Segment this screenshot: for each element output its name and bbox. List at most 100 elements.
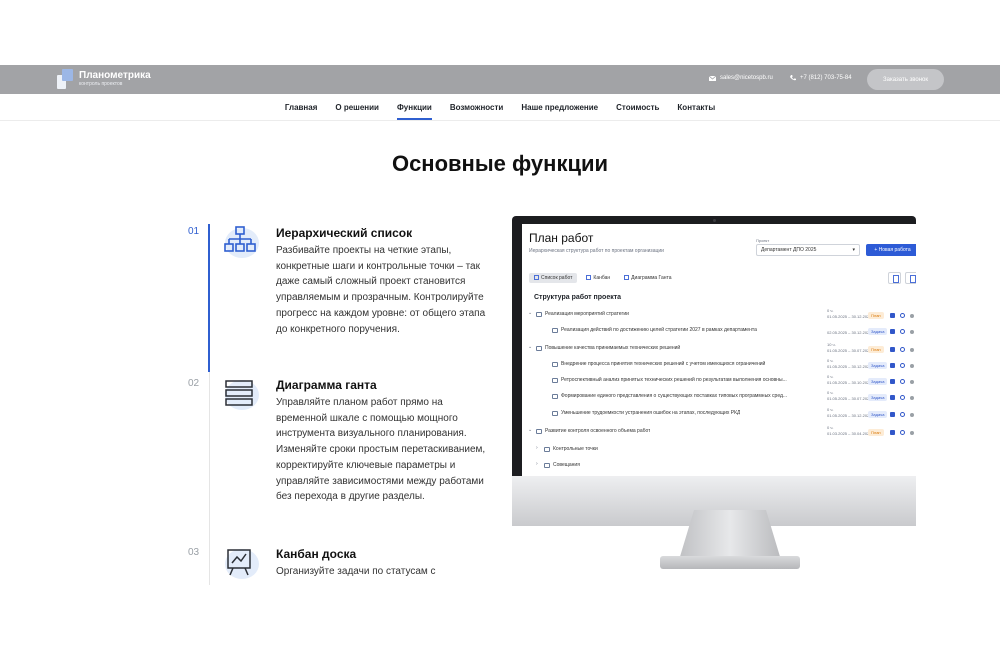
edit-icon[interactable]: [890, 363, 895, 368]
app-screen: План работ Иерархическая структура работ…: [522, 224, 916, 476]
project-label: Проект: [756, 238, 770, 243]
nav-item-about[interactable]: О решении: [335, 94, 379, 121]
more-icon[interactable]: [910, 314, 914, 318]
chevron-icon[interactable]: ›: [536, 461, 538, 467]
row-title: Уменьшение трудоемкости устранения ошибо…: [561, 410, 741, 416]
document-icon[interactable]: [905, 272, 916, 284]
email-link[interactable]: sales@nicetospb.ru: [709, 75, 773, 81]
nav-item-pricing[interactable]: Стоимость: [616, 94, 659, 121]
hierarchy-icon: [219, 220, 261, 262]
info-icon[interactable]: [900, 363, 905, 368]
info-icon[interactable]: [900, 412, 905, 417]
project-select[interactable]: Департамент ДПО 2025 ▾: [756, 244, 860, 256]
tab-list[interactable]: Список работ: [529, 273, 578, 283]
table-row[interactable]: ⌄ Реализация мероприятий стратегии 0 ч. 01.…: [522, 308, 916, 324]
row-dates: 01.05.2025 – 30.07.2025: [827, 348, 872, 353]
table-row[interactable]: Реализация действий по достижению целей …: [522, 324, 916, 340]
order-call-button[interactable]: Заказать звонок: [867, 69, 944, 90]
feature-text: Разбивайте проекты на четкие этапы, конк…: [276, 245, 486, 335]
monitor-foot: [660, 556, 800, 569]
row-title: Реализация действий по достижению целей …: [561, 327, 757, 333]
edit-icon[interactable]: [890, 412, 895, 417]
edit-icon[interactable]: [890, 395, 895, 400]
row-dates: 01.05.2025 – 30.12.2025: [827, 364, 872, 369]
row-hours: 0 ч.: [827, 374, 834, 379]
task-icon: [552, 394, 558, 399]
folder-icon: [536, 429, 542, 434]
edit-icon[interactable]: [890, 329, 895, 334]
feature-number: 03: [188, 547, 200, 558]
feature-text: Организуйте задачи по статусам с: [276, 566, 436, 577]
nav-item-offer[interactable]: Наше предложение: [521, 94, 598, 121]
row-meta: 02.05.2025 – 30.12.2025: [827, 324, 872, 336]
tab-gantt[interactable]: Диаграмма Ганта: [619, 273, 676, 283]
table-row[interactable]: › Контрольные точки: [522, 443, 916, 459]
tab-kanban[interactable]: Канбан: [581, 273, 615, 283]
section-title: Основные функции: [391, 151, 609, 176]
logo-icon: [57, 69, 75, 89]
info-icon[interactable]: [900, 430, 905, 435]
info-icon[interactable]: [900, 313, 905, 318]
edit-icon[interactable]: [890, 430, 895, 435]
more-icon[interactable]: [910, 364, 914, 368]
task-icon: [552, 411, 558, 416]
logo[interactable]: Планометрика контроль проектов: [57, 69, 151, 89]
new-work-button[interactable]: + Новая работа: [866, 244, 916, 256]
row-title: Формирование единого представления о сущ…: [561, 393, 788, 399]
tab-label: Канбан: [593, 275, 611, 281]
status-badge: Задача: [868, 394, 888, 401]
more-icon[interactable]: [910, 396, 914, 400]
page: Планометрика контроль проектов sales@nic…: [0, 0, 1000, 650]
info-icon[interactable]: [900, 329, 905, 334]
more-icon[interactable]: [910, 380, 914, 384]
edit-icon[interactable]: [890, 379, 895, 384]
logo-name: Планометрика: [79, 70, 151, 81]
row-dates: 01.05.2025 – 30.12.2025: [827, 413, 872, 418]
table-row[interactable]: Внедрение процесса принятия технических …: [522, 358, 916, 374]
edit-icon[interactable]: [890, 313, 895, 318]
chevron-icon[interactable]: ›: [536, 445, 538, 451]
chevron-icon[interactable]: ⌄: [528, 427, 532, 433]
logo-subtitle: контроль проектов: [79, 81, 123, 87]
status-badge: Задача: [868, 411, 888, 418]
row-meta: 0 ч. 01.05.2025 – 30.07.2025: [827, 390, 872, 402]
info-icon[interactable]: [900, 395, 905, 400]
chevron-icon[interactable]: ⌄: [528, 344, 532, 350]
row-dates: 01.05.2025 – 30.07.2025: [827, 396, 872, 401]
more-icon[interactable]: [910, 348, 914, 352]
more-icon[interactable]: [910, 431, 914, 435]
more-icon[interactable]: [910, 413, 914, 417]
nav-item-home[interactable]: Главная: [285, 94, 318, 121]
table-row[interactable]: Ретроспективный анализ принятых техничес…: [522, 374, 916, 390]
info-icon[interactable]: [900, 347, 905, 352]
chevron-icon[interactable]: ⌄: [528, 310, 532, 316]
row-meta: 0 ч. 01.03.2025 – 30.04.2025: [827, 425, 872, 437]
nav-item-features[interactable]: Возможности: [450, 94, 504, 121]
nav-item-contacts[interactable]: Контакты: [677, 94, 715, 121]
row-meta: 10 ч. 01.05.2025 – 30.07.2025: [827, 342, 872, 354]
nav-item-functions[interactable]: Функции: [396, 94, 432, 121]
top-bar: Планометрика контроль проектов sales@nic…: [0, 65, 1000, 94]
feature-text: Управляйте планом работ прямо на временн…: [276, 397, 486, 503]
table-row[interactable]: ⌄ Развитие контроля освоенного объема раб…: [522, 425, 916, 441]
info-icon[interactable]: [900, 379, 905, 384]
export-icon[interactable]: [888, 272, 901, 284]
table-row[interactable]: › Совещания: [522, 459, 916, 475]
monitor-bezel: План работ Иерархическая структура работ…: [512, 216, 916, 476]
edit-icon[interactable]: [890, 347, 895, 352]
chevron-down-icon: ▾: [852, 247, 855, 253]
phone-link[interactable]: +7 (812) 703-75-84: [790, 75, 852, 81]
status-badge: Задача: [868, 378, 888, 385]
more-icon[interactable]: [910, 330, 914, 334]
table-row[interactable]: Формирование единого представления о сущ…: [522, 390, 916, 406]
row-hours: 0 ч.: [827, 358, 834, 363]
row-hours: 10 ч.: [827, 342, 836, 347]
list-icon: [534, 275, 539, 280]
row-title: Развитие контроля освоенного объема рабо…: [545, 428, 651, 434]
row-title: Ретроспективный анализ принятых техничес…: [561, 377, 787, 383]
screen-title: План работ: [529, 231, 594, 245]
table-row[interactable]: ⌄ Повышение качества принимаемых техничес…: [522, 342, 916, 358]
timeline-active-marker: [208, 224, 210, 372]
task-icon: [552, 328, 558, 333]
table-row[interactable]: Уменьшение трудоемкости устранения ошибо…: [522, 407, 916, 423]
